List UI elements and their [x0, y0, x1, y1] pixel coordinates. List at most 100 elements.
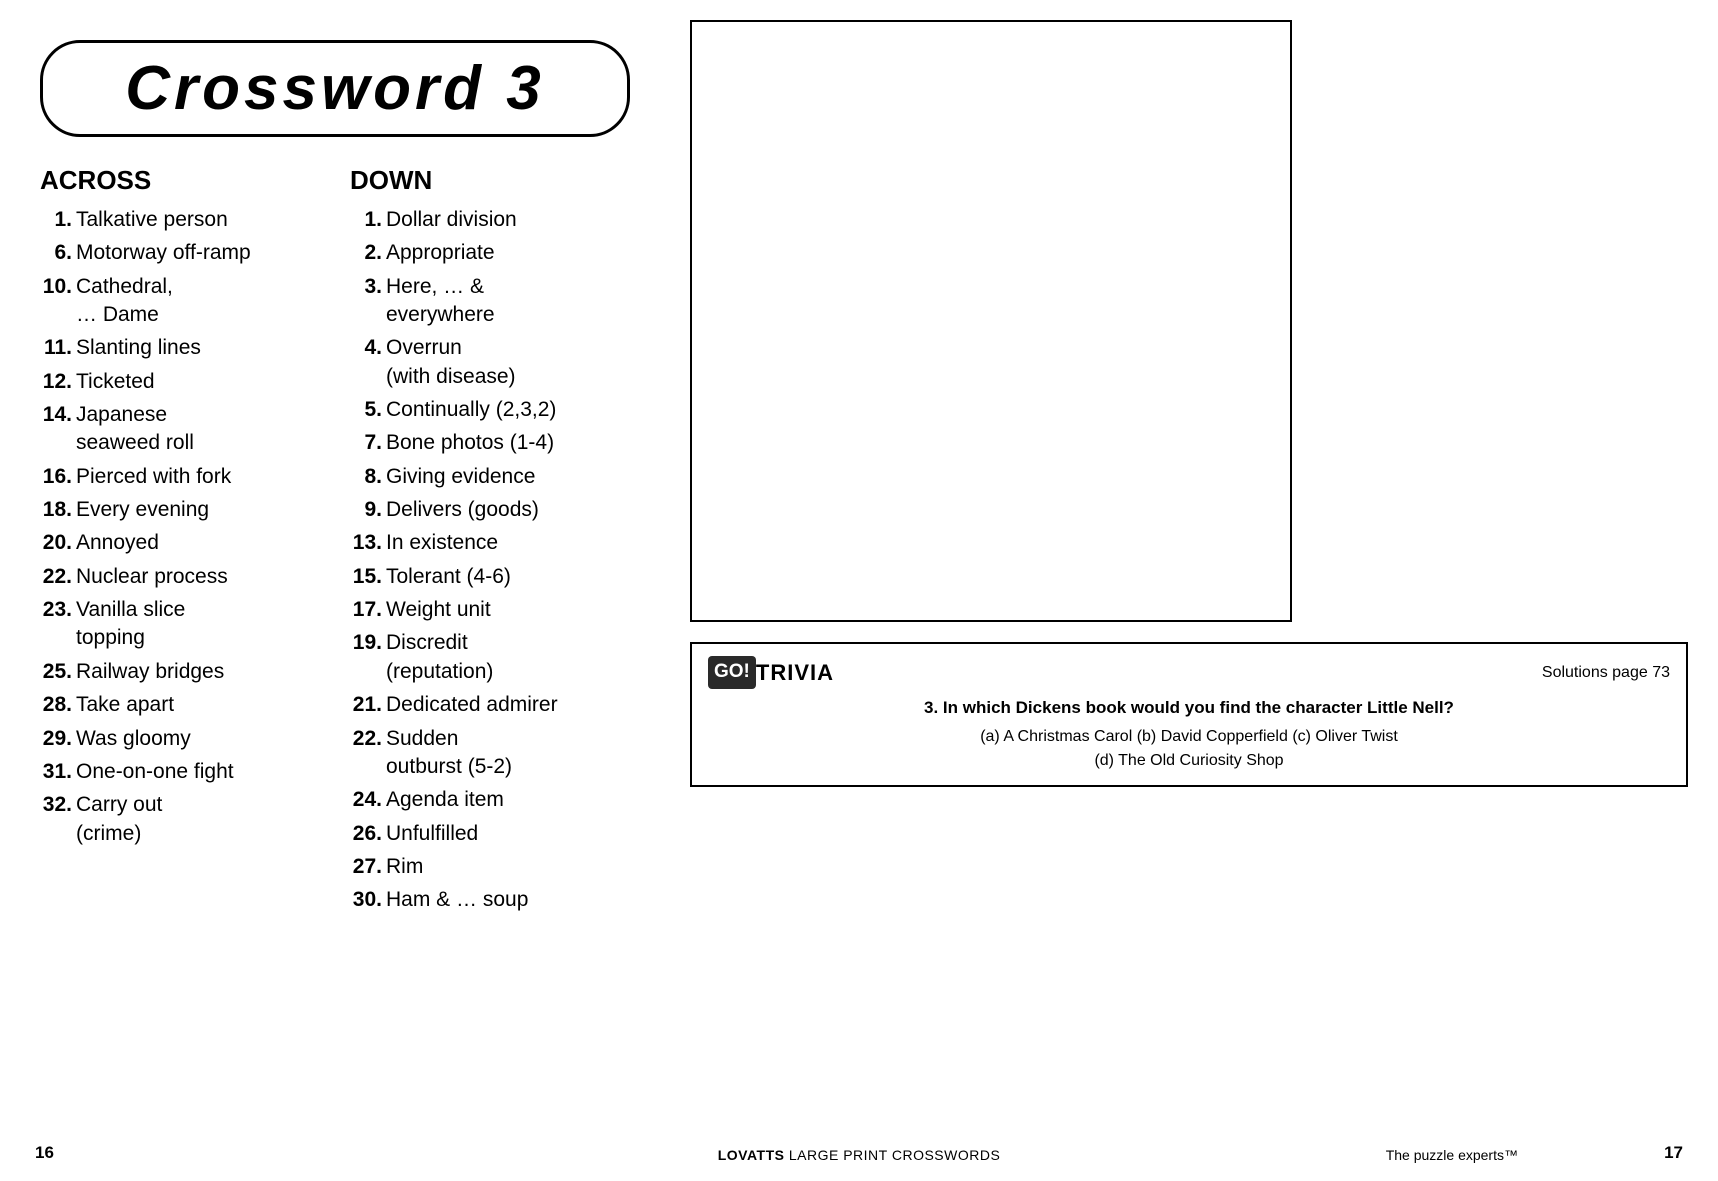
- clue-text: Dedicated admirer: [386, 691, 630, 719]
- clue-item: 29.Was gloomy: [40, 725, 320, 753]
- clue-text: Unfulfilled: [386, 820, 630, 848]
- clue-text: Carry out(crime): [76, 791, 320, 848]
- title-box: Crossword 3: [40, 40, 630, 137]
- clue-number: 17.: [350, 596, 382, 624]
- footer-puzzle-experts: The puzzle experts™: [1386, 1147, 1518, 1163]
- clue-number: 20.: [40, 529, 72, 557]
- clues-container: ACROSS 1.Talkative person6.Motorway off-…: [40, 165, 630, 1161]
- clue-item: 17.Weight unit: [350, 596, 630, 624]
- clue-item: 9.Delivers (goods): [350, 496, 630, 524]
- clue-number: 2.: [350, 239, 382, 267]
- clue-number: 26.: [350, 820, 382, 848]
- clue-item: 23.Vanilla slicetopping: [40, 596, 320, 653]
- clue-number: 27.: [350, 853, 382, 881]
- clue-item: 11.Slanting lines: [40, 334, 320, 362]
- across-column: ACROSS 1.Talkative person6.Motorway off-…: [40, 165, 320, 1161]
- clue-number: 1.: [40, 206, 72, 234]
- grid-wrapper: [690, 20, 1688, 622]
- clue-item: 5.Continually (2,3,2): [350, 396, 630, 424]
- clue-text: Here, … &everywhere: [386, 273, 630, 330]
- clue-item: 28.Take apart: [40, 691, 320, 719]
- clue-text: Tolerant (4-6): [386, 563, 630, 591]
- clue-text: One-on-one fight: [76, 758, 320, 786]
- clue-text: Appropriate: [386, 239, 630, 267]
- clue-text: Nuclear process: [76, 563, 320, 591]
- clue-item: 7.Bone photos (1-4): [350, 429, 630, 457]
- clue-item: 27.Rim: [350, 853, 630, 881]
- clue-item: 3.Here, … &everywhere: [350, 273, 630, 330]
- clue-text: Continually (2,3,2): [386, 396, 630, 424]
- clue-number: 21.: [350, 691, 382, 719]
- down-column: DOWN 1.Dollar division2.Appropriate3.Her…: [350, 165, 630, 1161]
- clue-number: 3.: [350, 273, 382, 330]
- clue-number: 28.: [40, 691, 72, 719]
- clue-text: Talkative person: [76, 206, 320, 234]
- clue-text: Cathedral,… Dame: [76, 273, 320, 330]
- clue-number: 6.: [40, 239, 72, 267]
- right-page: GO! TRIVIA Solutions page 73 3. In which…: [660, 0, 1718, 1181]
- clue-text: Rim: [386, 853, 630, 881]
- clue-number: 32.: [40, 791, 72, 848]
- clue-number: 19.: [350, 629, 382, 686]
- clue-number: 14.: [40, 401, 72, 458]
- clue-item: 30.Ham & … soup: [350, 886, 630, 914]
- clue-item: 18.Every evening: [40, 496, 320, 524]
- clue-number: 10.: [40, 273, 72, 330]
- clue-text: In existence: [386, 529, 630, 557]
- clue-text: Ticketed: [76, 368, 320, 396]
- clue-text: Giving evidence: [386, 463, 630, 491]
- clue-item: 13.In existence: [350, 529, 630, 557]
- footer-publication: LARGE PRINT CROSSWORDS: [789, 1147, 1000, 1163]
- clue-text: Pierced with fork: [76, 463, 320, 491]
- clue-text: Dollar division: [386, 206, 630, 234]
- clue-item: 2.Appropriate: [350, 239, 630, 267]
- clue-item: 14.Japaneseseaweed roll: [40, 401, 320, 458]
- clue-number: 16.: [40, 463, 72, 491]
- clue-item: 22.Suddenoutburst (5-2): [350, 725, 630, 782]
- clue-number: 31.: [40, 758, 72, 786]
- clue-number: 4.: [350, 334, 382, 391]
- clue-text: Ham & … soup: [386, 886, 630, 914]
- clue-number: 15.: [350, 563, 382, 591]
- clue-text: Overrun(with disease): [386, 334, 630, 391]
- clue-text: Every evening: [76, 496, 320, 524]
- clue-number: 24.: [350, 786, 382, 814]
- clue-number: 13.: [350, 529, 382, 557]
- trivia-logo: GO! TRIVIA: [708, 656, 834, 689]
- clue-item: 31.One-on-one fight: [40, 758, 320, 786]
- clue-item: 15.Tolerant (4-6): [350, 563, 630, 591]
- down-label: DOWN: [350, 165, 630, 196]
- clue-item: 1.Dollar division: [350, 206, 630, 234]
- crossword-grid: [690, 20, 1292, 622]
- clue-number: 18.: [40, 496, 72, 524]
- clue-item: 24.Agenda item: [350, 786, 630, 814]
- clue-number: 9.: [350, 496, 382, 524]
- clue-number: 7.: [350, 429, 382, 457]
- clue-text: Bone photos (1-4): [386, 429, 630, 457]
- clue-number: 25.: [40, 658, 72, 686]
- footer-center: LOVATTS LARGE PRINT CROSSWORDS: [718, 1147, 1001, 1163]
- clue-item: 4.Overrun(with disease): [350, 334, 630, 391]
- clue-item: 19.Discredit(reputation): [350, 629, 630, 686]
- clue-item: 26.Unfulfilled: [350, 820, 630, 848]
- trivia-title-text: TRIVIA: [756, 656, 834, 689]
- trivia-answers: (a) A Christmas Carol (b) David Copperfi…: [708, 725, 1670, 773]
- trivia-header: GO! TRIVIA Solutions page 73: [708, 656, 1670, 689]
- clue-item: 25.Railway bridges: [40, 658, 320, 686]
- clue-item: 1.Talkative person: [40, 206, 320, 234]
- left-page: Crossword 3 ACROSS 1.Talkative person6.M…: [0, 0, 660, 1181]
- clue-number: 29.: [40, 725, 72, 753]
- clue-number: 8.: [350, 463, 382, 491]
- clue-text: Vanilla slicetopping: [76, 596, 320, 653]
- clue-item: 20.Annoyed: [40, 529, 320, 557]
- clue-number: 12.: [40, 368, 72, 396]
- clue-text: Suddenoutburst (5-2): [386, 725, 630, 782]
- clue-number: 1.: [350, 206, 382, 234]
- down-clues: 1.Dollar division2.Appropriate3.Here, … …: [350, 206, 630, 915]
- clue-text: Slanting lines: [76, 334, 320, 362]
- clue-text: Take apart: [76, 691, 320, 719]
- page-number-right: 17: [1664, 1143, 1683, 1163]
- crossword-title: Crossword 3: [63, 53, 607, 124]
- clue-item: 6.Motorway off-ramp: [40, 239, 320, 267]
- clue-number: 5.: [350, 396, 382, 424]
